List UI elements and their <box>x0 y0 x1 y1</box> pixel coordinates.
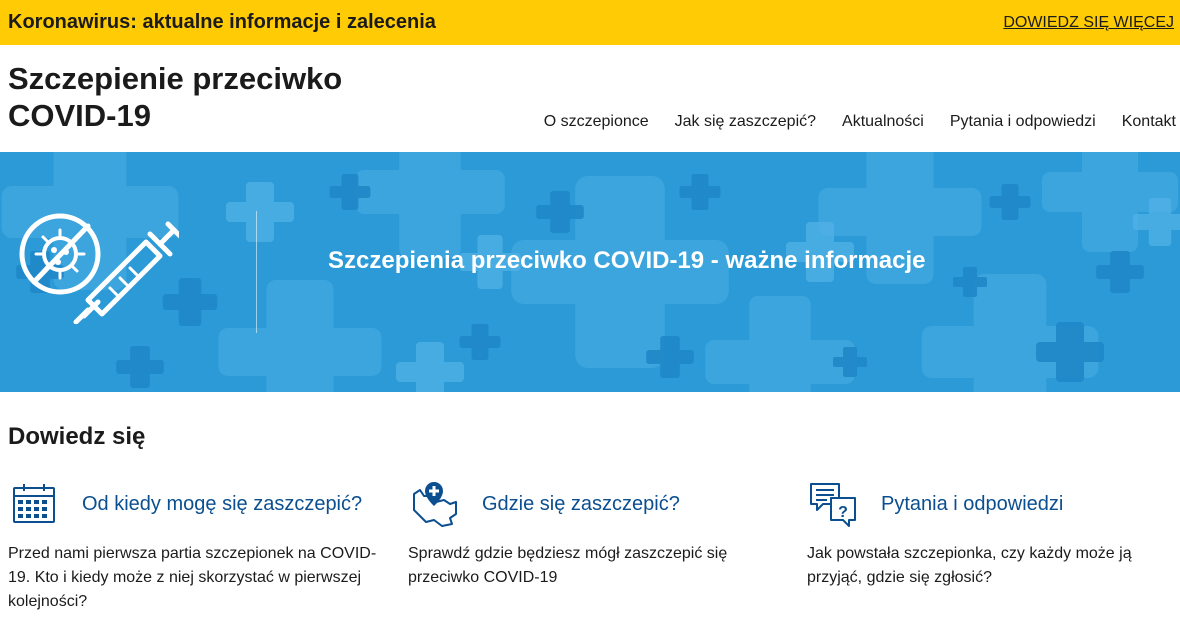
card-text-when: Przed nami pierwsza partia szczepionek n… <box>8 545 377 610</box>
vaccine-syringe-virus-icon <box>19 213 179 324</box>
card-text-where: Sprawdź gdzie będziesz mógł zaszczepić s… <box>408 545 728 586</box>
questions-chat-icon: ? <box>810 483 856 527</box>
card-faq[interactable]: ? Pytania i odpowiedzi Jak powstała szcz… <box>807 480 1180 590</box>
nav-item-how-to-vaccinate[interactable]: Jak się zaszczepić? <box>675 113 816 131</box>
site-title[interactable]: Szczepienie przeciwko COVID-19 <box>8 60 408 134</box>
nav-item-news[interactable]: Aktualności <box>842 113 924 131</box>
card-when-to-vaccinate[interactable]: Od kiedy mogę się zaszczepić? Przed nami… <box>8 480 390 614</box>
calendar-icon <box>13 484 55 523</box>
main-nav: O szczepionce Jak się zaszczepić? Aktual… <box>544 113 1176 131</box>
card-title-faq[interactable]: Pytania i odpowiedzi <box>881 493 1063 516</box>
svg-text:?: ? <box>838 504 848 521</box>
map-location-icon <box>413 482 457 527</box>
card-text-faq: Jak powstała szczepionka, czy każdy może… <box>807 545 1132 586</box>
card-where-to-vaccinate[interactable]: Gdzie się zaszczepić? Sprawdź gdzie będz… <box>408 480 790 590</box>
hero-divider <box>256 211 257 333</box>
alert-title: Koronawirus: aktualne informacje i zalec… <box>8 11 436 33</box>
alert-more-link[interactable]: DOWIEDZ SIĘ WIĘCEJ <box>1003 14 1174 32</box>
card-title-when[interactable]: Od kiedy mogę się zaszczepić? <box>82 493 362 516</box>
nav-item-contact[interactable]: Kontakt <box>1122 113 1176 131</box>
card-title-where[interactable]: Gdzie się zaszczepić? <box>482 493 680 516</box>
nav-item-faq[interactable]: Pytania i odpowiedzi <box>950 113 1096 131</box>
section-heading: Dowiedz się <box>8 423 146 450</box>
nav-item-about-vaccine[interactable]: O szczepionce <box>544 113 649 131</box>
hero-title: Szczepienia przeciwko COVID-19 - ważne i… <box>328 247 926 274</box>
alert-bar: Koronawirus: aktualne informacje i zalec… <box>0 0 1180 45</box>
